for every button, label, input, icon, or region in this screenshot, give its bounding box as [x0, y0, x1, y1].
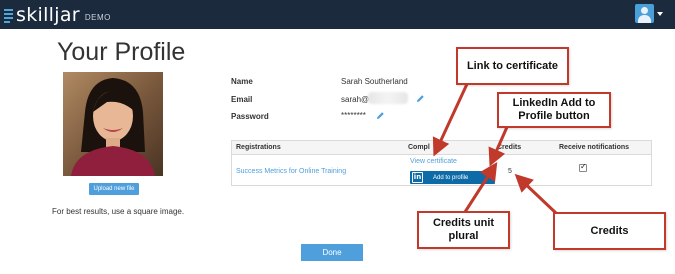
photo-hint: For best results, use a square image. — [52, 207, 185, 216]
course-link[interactable]: Success Metrics for Online Training — [236, 168, 346, 175]
upload-photo-button[interactable]: Upload new file — [89, 183, 139, 195]
linkedin-icon: in — [412, 172, 423, 183]
linkedin-button-label: Add to profile — [433, 174, 469, 181]
caret-down-icon — [657, 11, 663, 16]
notifications-checkbox[interactable] — [579, 162, 587, 172]
user-avatar-icon — [635, 4, 654, 23]
brand-name: skilljar — [16, 4, 80, 26]
logo-mark-icon — [4, 8, 13, 23]
pencil-icon[interactable] — [416, 94, 425, 103]
linkedin-add-to-profile-button[interactable]: in Add to profile — [410, 171, 495, 184]
view-certificate-link[interactable]: View certificate — [410, 158, 457, 165]
pencil-icon[interactable] — [376, 111, 385, 120]
user-menu-button[interactable] — [635, 4, 663, 23]
callout-linkedin: LinkedIn Add to Profile button — [497, 92, 611, 128]
credits-value: 5 — [508, 168, 512, 175]
header-credits: Credits — [497, 144, 522, 151]
skilljar-logo[interactable]: skilljar DEMO — [4, 4, 111, 26]
header-completion: Compl — [408, 144, 430, 151]
password-label: Password — [231, 112, 269, 121]
name-label: Name — [231, 77, 253, 86]
header-registrations: Registrations — [236, 144, 281, 151]
profile-photo — [63, 72, 163, 176]
top-navbar: skilljar DEMO — [0, 0, 675, 29]
profile-photo-image — [63, 72, 163, 176]
password-value: ******** — [341, 111, 366, 120]
brand-suffix: DEMO — [84, 12, 111, 22]
done-button[interactable]: Done — [301, 244, 363, 261]
callout-certificate: Link to certificate — [456, 47, 569, 85]
callout-credits: Credits — [553, 212, 666, 250]
email-label: Email — [231, 95, 253, 104]
header-notifications: Receive notifications — [559, 144, 630, 151]
page-title: Your Profile — [57, 38, 186, 66]
callout-credits-unit: Credits unit plural — [417, 211, 510, 249]
name-value: Sarah Southerland — [341, 77, 408, 86]
email-redaction — [368, 92, 408, 104]
email-value: sarah@ — [341, 95, 370, 104]
